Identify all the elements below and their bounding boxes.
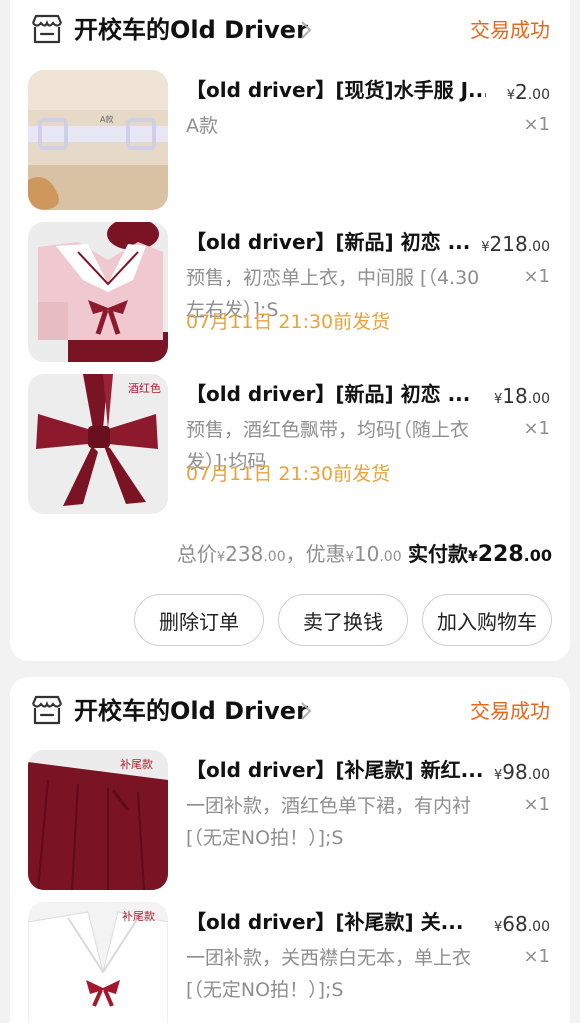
discount-label: 优惠 — [305, 542, 346, 566]
price-integer: 218 — [489, 232, 528, 256]
total-label: 总价 — [176, 542, 217, 566]
item-price: ¥2.00 — [507, 78, 550, 110]
item-title[interactable]: 【old driver】[新品] 初恋 ... — [186, 228, 486, 256]
price-decimal: .00 — [527, 87, 550, 103]
price-currency: ¥ — [506, 88, 515, 103]
total-decimal: .00 — [263, 549, 286, 565]
product-thumbnail[interactable]: 补尾款 — [28, 902, 168, 1023]
price-integer: 18 — [502, 384, 528, 408]
item-price: ¥18.00 — [494, 382, 550, 414]
price-currency: ¥ — [481, 240, 490, 255]
price-integer: 98 — [502, 760, 528, 784]
paid-decimal: .00 — [523, 546, 552, 565]
shop-name[interactable]: 开校车的Old Driver — [74, 693, 308, 729]
order-card[interactable]: 开校车的Old Driver 交易成功 补尾款 【old driver】[补尾款… — [10, 677, 570, 1023]
chevron-right-icon — [301, 21, 312, 39]
store-icon — [31, 695, 63, 725]
ship-deadline: 07月11日 21:30前发货 — [186, 311, 391, 333]
price-decimal: .00 — [527, 919, 550, 935]
order-item[interactable]: 补尾款 【old driver】[补尾款] 新红... ¥98.00 一团补款，… — [10, 750, 570, 890]
item-title[interactable]: 【old driver】[补尾款] 新红... — [186, 756, 486, 784]
chevron-right-icon — [301, 702, 312, 720]
resell-button[interactable]: 卖了换钱 — [278, 594, 408, 646]
item-quantity: ×1 — [523, 418, 550, 439]
paid-integer: 228 — [477, 542, 524, 567]
totals-separator: ， — [285, 542, 306, 566]
item-spec: 一团补款，关西襟白无本，单上衣[（无定NO拍！）];S — [186, 947, 472, 1001]
price-integer: 68 — [502, 912, 528, 936]
order-item[interactable]: 补尾款 【old driver】[补尾款] 关... ¥68.00 一团补款，关… — [10, 902, 570, 1023]
item-quantity: ×1 — [523, 946, 550, 967]
order-item[interactable]: 【old driver】[新品] 初恋 ... ¥218.00 预售，初恋单上衣… — [10, 222, 570, 362]
paid-label: 实付款 — [407, 542, 468, 566]
shop-header[interactable]: 开校车的Old Driver 交易成功 — [10, 693, 570, 733]
paid-currency: ¥ — [467, 549, 478, 565]
order-card[interactable]: 开校车的Old Driver 交易成功 A款 【old driver】[现货]水… — [10, 0, 570, 661]
item-spec: A款 — [186, 115, 218, 137]
ship-deadline: 07月11日 21:30前发货 — [186, 463, 391, 485]
item-quantity: ×1 — [523, 266, 550, 287]
product-thumbnail[interactable] — [28, 222, 168, 362]
total-integer: 238 — [225, 542, 264, 566]
price-integer: 2 — [515, 80, 528, 104]
discount-decimal: .00 — [379, 549, 402, 565]
store-icon — [31, 14, 63, 44]
item-title[interactable]: 【old driver】[现货]水手服 J... — [186, 76, 486, 104]
order-item[interactable]: A款 【old driver】[现货]水手服 J... ¥2.00 A款 ×1 — [10, 70, 570, 210]
discount-integer: 10 — [353, 542, 380, 566]
order-totals: 总价¥238.00，优惠¥10.00 实付款¥228.00 — [177, 536, 552, 576]
product-thumbnail[interactable]: 酒红色 — [28, 374, 168, 514]
order-item[interactable]: 酒红色 【old driver】[新品] 初恋 ... ¥18.00 预售，酒红… — [10, 374, 570, 514]
add-to-cart-button[interactable]: 加入购物车 — [422, 594, 552, 646]
total-currency: ¥ — [216, 550, 226, 565]
item-title[interactable]: 【old driver】[补尾款] 关... — [186, 908, 486, 936]
price-decimal: .00 — [527, 239, 550, 255]
shop-header[interactable]: 开校车的Old Driver 交易成功 — [10, 12, 570, 52]
item-quantity: ×1 — [523, 114, 550, 135]
order-status: 交易成功 — [470, 699, 550, 723]
delete-order-button[interactable]: 删除订单 — [134, 594, 264, 646]
thumb-label-text: 补尾款 — [122, 909, 155, 923]
discount-currency: ¥ — [345, 550, 354, 565]
product-thumbnail[interactable]: A款 — [28, 70, 168, 210]
price-decimal: .00 — [527, 391, 550, 407]
item-price: ¥98.00 — [494, 758, 550, 790]
item-title[interactable]: 【old driver】[新品] 初恋 ... — [186, 380, 486, 408]
thumb-tag-text: A款 — [100, 114, 113, 124]
item-quantity: ×1 — [523, 794, 550, 815]
thumb-label-text: 补尾款 — [120, 757, 153, 771]
price-decimal: .00 — [527, 767, 550, 783]
shop-name[interactable]: 开校车的Old Driver — [74, 12, 308, 48]
item-price: ¥218.00 — [481, 230, 550, 262]
thumb-label-text: 酒红色 — [128, 381, 161, 395]
product-thumbnail[interactable]: 补尾款 — [28, 750, 168, 890]
item-spec: 一团补款，酒红色单下裙，有内衬[（无定NO拍！）];S — [186, 795, 472, 849]
item-price: ¥68.00 — [494, 910, 550, 942]
order-status: 交易成功 — [470, 18, 550, 42]
